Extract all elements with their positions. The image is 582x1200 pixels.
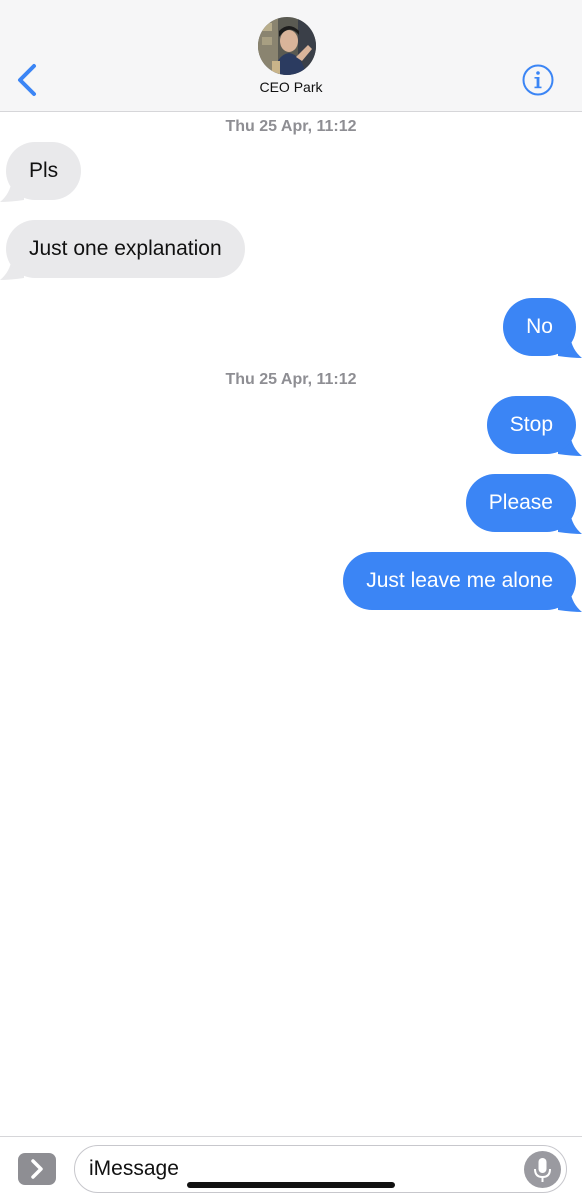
chevron-right-icon bbox=[31, 1159, 43, 1179]
contact-name[interactable]: CEO Park bbox=[0, 79, 582, 95]
incoming-message[interactable]: Pls bbox=[6, 142, 82, 200]
microphone-icon bbox=[534, 1158, 551, 1182]
timestamp: Thu 25 Apr, 11:12 bbox=[225, 118, 357, 135]
contact-avatar[interactable] bbox=[258, 17, 316, 75]
timestamp: Thu 25 Apr, 11:12 bbox=[225, 371, 357, 388]
outgoing-message[interactable]: No bbox=[503, 298, 576, 356]
outgoing-message[interactable]: Please bbox=[465, 474, 576, 532]
info-circle-icon bbox=[522, 64, 554, 96]
message-composer: iMessage bbox=[0, 1136, 582, 1200]
message-placeholder: iMessage bbox=[89, 1157, 179, 1180]
home-indicator bbox=[187, 1182, 395, 1188]
incoming-message[interactable]: Just one explanation bbox=[6, 220, 245, 278]
apps-button[interactable] bbox=[18, 1153, 56, 1185]
conversation-header: CEO Park bbox=[0, 0, 582, 112]
info-button[interactable] bbox=[521, 63, 555, 97]
avatar-photo bbox=[258, 17, 316, 75]
outgoing-message[interactable]: Just leave me alone bbox=[343, 552, 576, 610]
outgoing-message[interactable]: Stop bbox=[486, 396, 576, 454]
messages-screen: CEO Park Thu 25 Apr, 11:12 Pls Just one … bbox=[0, 0, 582, 1200]
microphone-button[interactable] bbox=[524, 1151, 561, 1188]
